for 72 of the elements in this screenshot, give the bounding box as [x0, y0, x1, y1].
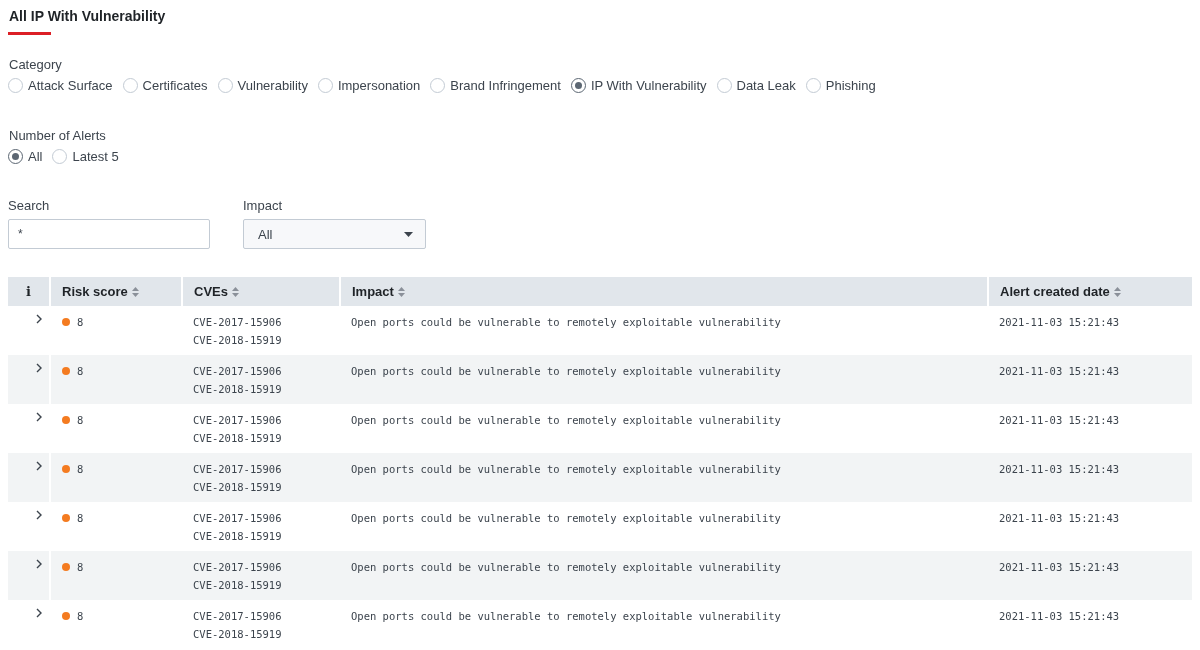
sort-icon[interactable]	[1113, 286, 1121, 297]
impact-text: Open ports could be vulnerable to remotely exploitable vulnerability	[351, 561, 781, 573]
expand-chevron-icon[interactable]	[36, 314, 42, 324]
risk-score: 8	[77, 511, 84, 526]
cve-id: CVE-2017-15906	[193, 413, 283, 428]
cve-id: CVE-2018-15919	[193, 578, 283, 593]
radio-option[interactable]: Phishing	[805, 78, 876, 93]
column-header[interactable]: Impact	[340, 277, 988, 306]
cve-id: CVE-2018-15919	[193, 431, 283, 446]
cve-id: CVE-2018-15919	[193, 627, 283, 642]
cve-id: CVE-2018-15919	[193, 529, 283, 544]
title-underline	[8, 32, 51, 35]
radio-icon[interactable]	[8, 149, 23, 164]
alert-date: 2021-11-03 15:21:43	[999, 512, 1120, 524]
cve-id: CVE-2017-15906	[193, 462, 283, 477]
sort-icon[interactable]	[231, 286, 239, 297]
search-field[interactable]: *	[8, 219, 210, 249]
impact-text: Open ports could be vulnerable to remotely exploitable vulnerability	[351, 512, 781, 524]
column-header[interactable]: Risk score	[50, 277, 182, 306]
cve-id: CVE-2017-15906	[193, 511, 283, 526]
sort-icon[interactable]	[397, 286, 405, 297]
column-header[interactable]: CVEs	[182, 277, 340, 306]
expand-chevron-icon[interactable]	[36, 412, 42, 422]
cve-id: CVE-2018-15919	[193, 382, 283, 397]
impact-text: Open ports could be vulnerable to remotely exploitable vulnerability	[351, 463, 781, 475]
risk-score: 8	[77, 609, 84, 624]
cve-id: CVE-2018-15919	[193, 333, 283, 348]
expand-chevron-icon[interactable]	[36, 559, 42, 569]
radio-option[interactable]: Data Leak	[716, 78, 796, 93]
field-label: Number of Alerts	[9, 128, 106, 143]
alert-date: 2021-11-03 15:21:43	[999, 414, 1120, 426]
radio-icon[interactable]	[570, 78, 586, 93]
cve-id: CVE-2017-15906	[193, 560, 283, 575]
field-label: Search	[8, 198, 51, 213]
caret-icon	[404, 231, 413, 237]
radio-option[interactable]: IP With Vulnerability	[570, 78, 707, 93]
field-label: Impact	[243, 198, 283, 213]
expand-chevron-icon[interactable]	[36, 461, 42, 471]
radio-option[interactable]: Latest 5	[52, 149, 119, 164]
column-header[interactable]: Alert created date	[988, 277, 1192, 306]
cve-id: CVE-2017-15906	[193, 315, 283, 330]
risk-score: 8	[77, 315, 84, 330]
radio-option[interactable]: All	[8, 149, 43, 164]
radio-option[interactable]: Impersonation	[317, 78, 421, 93]
risk-score: 8	[77, 560, 84, 575]
radio-option[interactable]: Vulnerability	[217, 78, 308, 93]
alert-date: 2021-11-03 15:21:43	[999, 365, 1120, 377]
cve-id: CVE-2018-15919	[193, 480, 283, 495]
alert-date: 2021-11-03 15:21:43	[999, 463, 1120, 475]
cve-id: CVE-2017-15906	[193, 609, 283, 624]
radio-option[interactable]: Attack Surface	[8, 78, 113, 93]
impact-text: Open ports could be vulnerable to remotely exploitable vulnerability	[351, 365, 781, 377]
impact-text: Open ports could be vulnerable to remotely exploitable vulnerability	[351, 610, 781, 622]
expand-chevron-icon[interactable]	[36, 363, 42, 373]
radio-option[interactable]: Certificates	[122, 78, 208, 93]
alert-date: 2021-11-03 15:21:43	[999, 316, 1120, 328]
alert-date: 2021-11-03 15:21:43	[999, 561, 1120, 573]
field-label: Category	[9, 57, 62, 72]
alert-date: 2021-11-03 15:21:43	[999, 610, 1120, 622]
impact-text: Open ports could be vulnerable to remotely exploitable vulnerability	[351, 316, 781, 328]
impact-text: Open ports could be vulnerable to remotely exploitable vulnerability	[351, 414, 781, 426]
expand-chevron-icon[interactable]	[36, 510, 42, 520]
cve-id: CVE-2017-15906	[193, 364, 283, 379]
impact-dropdown[interactable]: All	[243, 219, 426, 249]
risk-score: 8	[77, 364, 84, 379]
expand-chevron-icon[interactable]	[36, 608, 42, 618]
risk-score: 8	[77, 413, 84, 428]
risk-score: 8	[77, 462, 84, 477]
column-header: i	[8, 277, 50, 306]
radio-option[interactable]: Brand Infringement	[430, 78, 561, 93]
page-title: All IP With Vulnerability	[8, 7, 166, 24]
sort-icon[interactable]	[131, 286, 139, 297]
